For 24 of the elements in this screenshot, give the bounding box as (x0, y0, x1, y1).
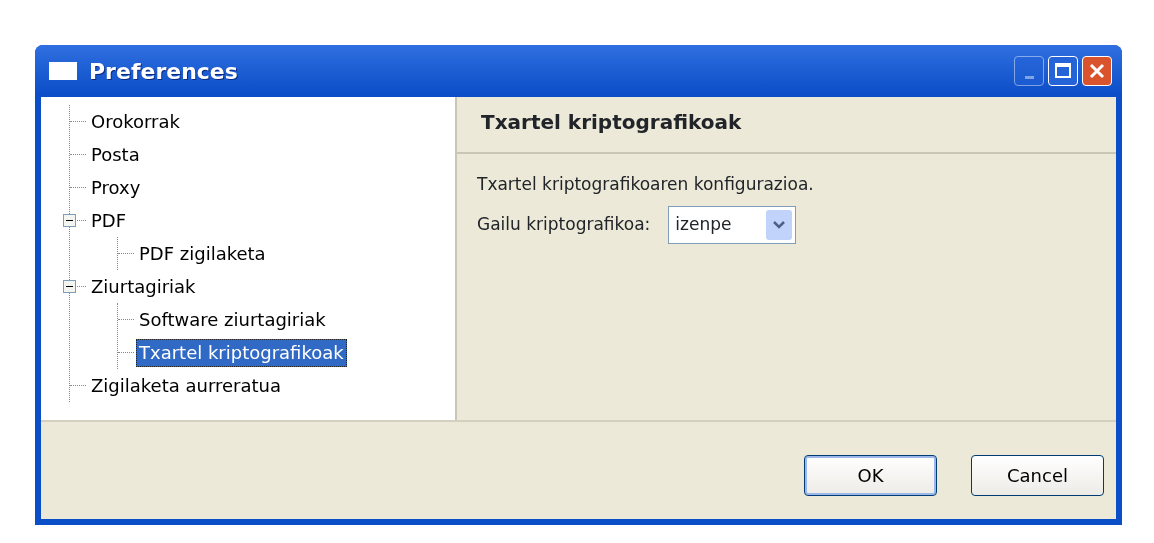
collapse-icon[interactable] (63, 214, 76, 227)
dialog-button[interactable]: Cancel (971, 455, 1104, 496)
tree-item[interactable]: Orokorrak (88, 107, 183, 136)
tree-item[interactable]: Software ziurtagiriak (136, 305, 329, 334)
tree-item[interactable]: Zigilaketa aurreratua (88, 371, 284, 400)
minimize-icon (1024, 75, 1034, 79)
panel-description: Txartel kriptografikoaren konfigurazioa. (477, 173, 815, 196)
tree-item[interactable]: Txartel kriptografikoak (136, 338, 347, 367)
tree-item[interactable]: PDF (88, 206, 130, 235)
panel-heading: Txartel kriptografikoak (481, 110, 742, 134)
window-title: Preferences (89, 57, 238, 86)
maximize-icon (1054, 62, 1072, 80)
tree-item[interactable]: PDF zigilaketa (136, 239, 269, 268)
tree-item[interactable]: Ziurtagiriak (88, 272, 199, 301)
collapse-icon[interactable] (63, 280, 76, 293)
field-label: Gailu kriptografikoa: (477, 212, 651, 236)
tree-item[interactable]: Proxy (88, 173, 144, 202)
device-dropdown[interactable]: izenpe (668, 205, 797, 244)
dialog-button[interactable]: OK (804, 455, 937, 496)
tree-item[interactable]: Posta (88, 140, 143, 169)
window-icon (49, 62, 77, 80)
maximize-button[interactable] (1048, 56, 1078, 86)
close-icon (1088, 62, 1106, 80)
close-button[interactable] (1082, 56, 1112, 86)
